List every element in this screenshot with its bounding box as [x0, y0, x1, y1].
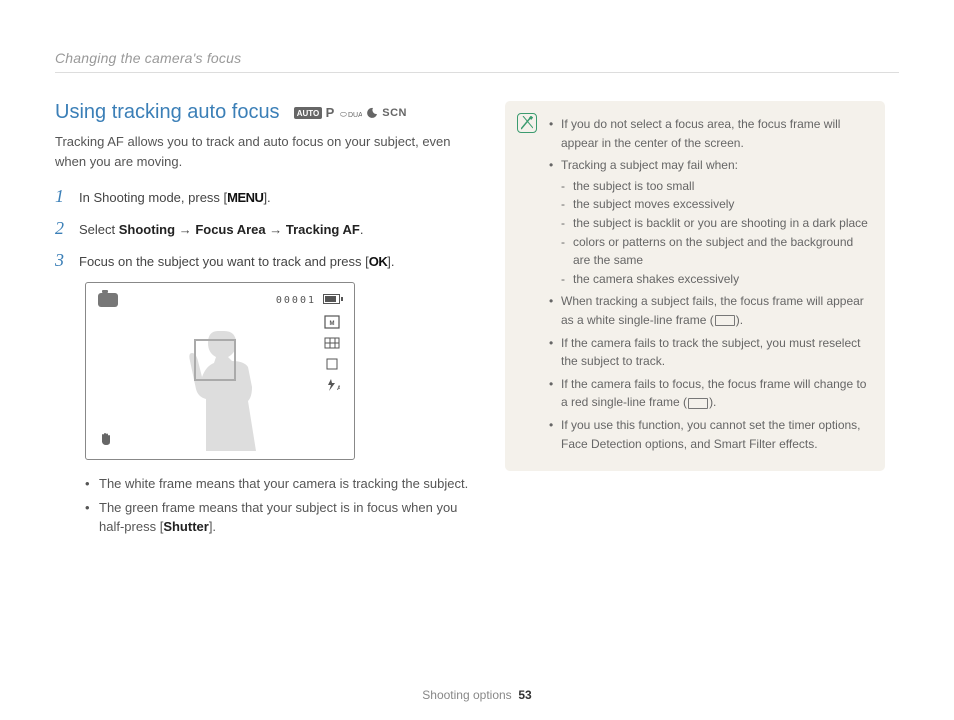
- page-number: 53: [518, 688, 531, 702]
- steps-list: 1 In Shooting mode, press [MENU]. 2 Sele…: [55, 187, 475, 272]
- svg-text:⬭: ⬭: [340, 110, 347, 119]
- battery-icon: [323, 294, 340, 304]
- resolution-icon: M: [324, 315, 340, 329]
- section-intro: Tracking AF allows you to track and auto…: [55, 132, 475, 171]
- camera-icon: [98, 293, 118, 307]
- section-title-row: Using tracking auto focus AUTO P ⬭DUAL S…: [55, 101, 475, 124]
- mode-icons: AUTO P ⬭DUAL SCN: [294, 107, 407, 119]
- footer-section: Shooting options: [422, 688, 511, 702]
- display-right-icons: M A: [324, 315, 340, 392]
- section-title: Using tracking auto focus: [55, 101, 280, 124]
- step-number: 1: [55, 187, 71, 205]
- info-subitem: the camera shakes excessively: [561, 270, 869, 289]
- step-text: Select Shooting → Focus Area → Tracking …: [79, 219, 363, 241]
- info-subitem: the subject is too small: [561, 177, 869, 196]
- step-text: Focus on the subject you want to track a…: [79, 251, 395, 273]
- red-frame-icon: [688, 398, 708, 409]
- left-column: Using tracking auto focus AUTO P ⬭DUAL S…: [55, 101, 475, 541]
- step-number: 3: [55, 251, 71, 269]
- step-text: In Shooting mode, press [MENU].: [79, 187, 271, 209]
- info-sublist: the subject is too small the subject mov…: [561, 177, 869, 289]
- auto-mode-icon: AUTO: [294, 107, 322, 119]
- camera-display: 00001 M A: [85, 282, 355, 460]
- note-icon: [517, 113, 537, 133]
- svg-text:AUTO: AUTO: [296, 109, 319, 118]
- p-mode-icon: P: [326, 107, 335, 119]
- info-subitem: colors or patterns on the subject and th…: [561, 233, 869, 270]
- info-box: If you do not select a focus area, the f…: [505, 101, 885, 471]
- right-column: If you do not select a focus area, the f…: [505, 101, 885, 541]
- info-item: If the camera fails to track the subject…: [549, 334, 869, 371]
- step-1: 1 In Shooting mode, press [MENU].: [55, 187, 475, 209]
- dual-mode-icon: ⬭DUAL: [338, 107, 362, 119]
- info-item: When tracking a subject fails, the focus…: [549, 292, 869, 329]
- scn-mode-icon: SCN: [382, 107, 407, 119]
- info-item: If you use this function, you cannot set…: [549, 416, 869, 453]
- svg-text:M: M: [330, 321, 335, 327]
- svg-text:DUAL: DUAL: [348, 112, 362, 119]
- single-shot-icon: [324, 357, 340, 371]
- info-item: If you do not select a focus area, the f…: [549, 115, 869, 152]
- info-subitem: the subject is backlit or you are shooti…: [561, 214, 869, 233]
- flash-auto-icon: A: [324, 378, 340, 392]
- svg-text:A: A: [337, 386, 340, 392]
- frame-notes: The white frame means that your camera i…: [85, 474, 475, 537]
- white-frame-icon: [715, 315, 735, 326]
- info-item: Tracking a subject may fail when: the su…: [549, 156, 869, 288]
- step-3: 3 Focus on the subject you want to track…: [55, 251, 475, 273]
- note-white-frame: The white frame means that your camera i…: [85, 474, 475, 494]
- step-number: 2: [55, 219, 71, 237]
- page-footer: Shooting options 53: [0, 688, 954, 702]
- info-list: If you do not select a focus area, the f…: [549, 115, 869, 453]
- info-subitem: the subject moves excessively: [561, 195, 869, 214]
- info-item: If the camera fails to focus, the focus …: [549, 375, 869, 412]
- ok-key: OK: [369, 254, 388, 269]
- night-mode-icon: [366, 107, 378, 119]
- focus-frame: [194, 339, 236, 381]
- menu-key: MENU: [227, 190, 263, 205]
- grid-icon: [324, 336, 340, 350]
- page-header: Changing the camera's focus: [55, 50, 899, 73]
- step-2: 2 Select Shooting → Focus Area → Trackin…: [55, 219, 475, 241]
- content-columns: Using tracking auto focus AUTO P ⬭DUAL S…: [55, 101, 899, 541]
- frame-counter: 00001: [276, 295, 316, 306]
- note-green-frame: The green frame means that your subject …: [85, 498, 475, 537]
- hand-stabilization-icon: [98, 431, 114, 447]
